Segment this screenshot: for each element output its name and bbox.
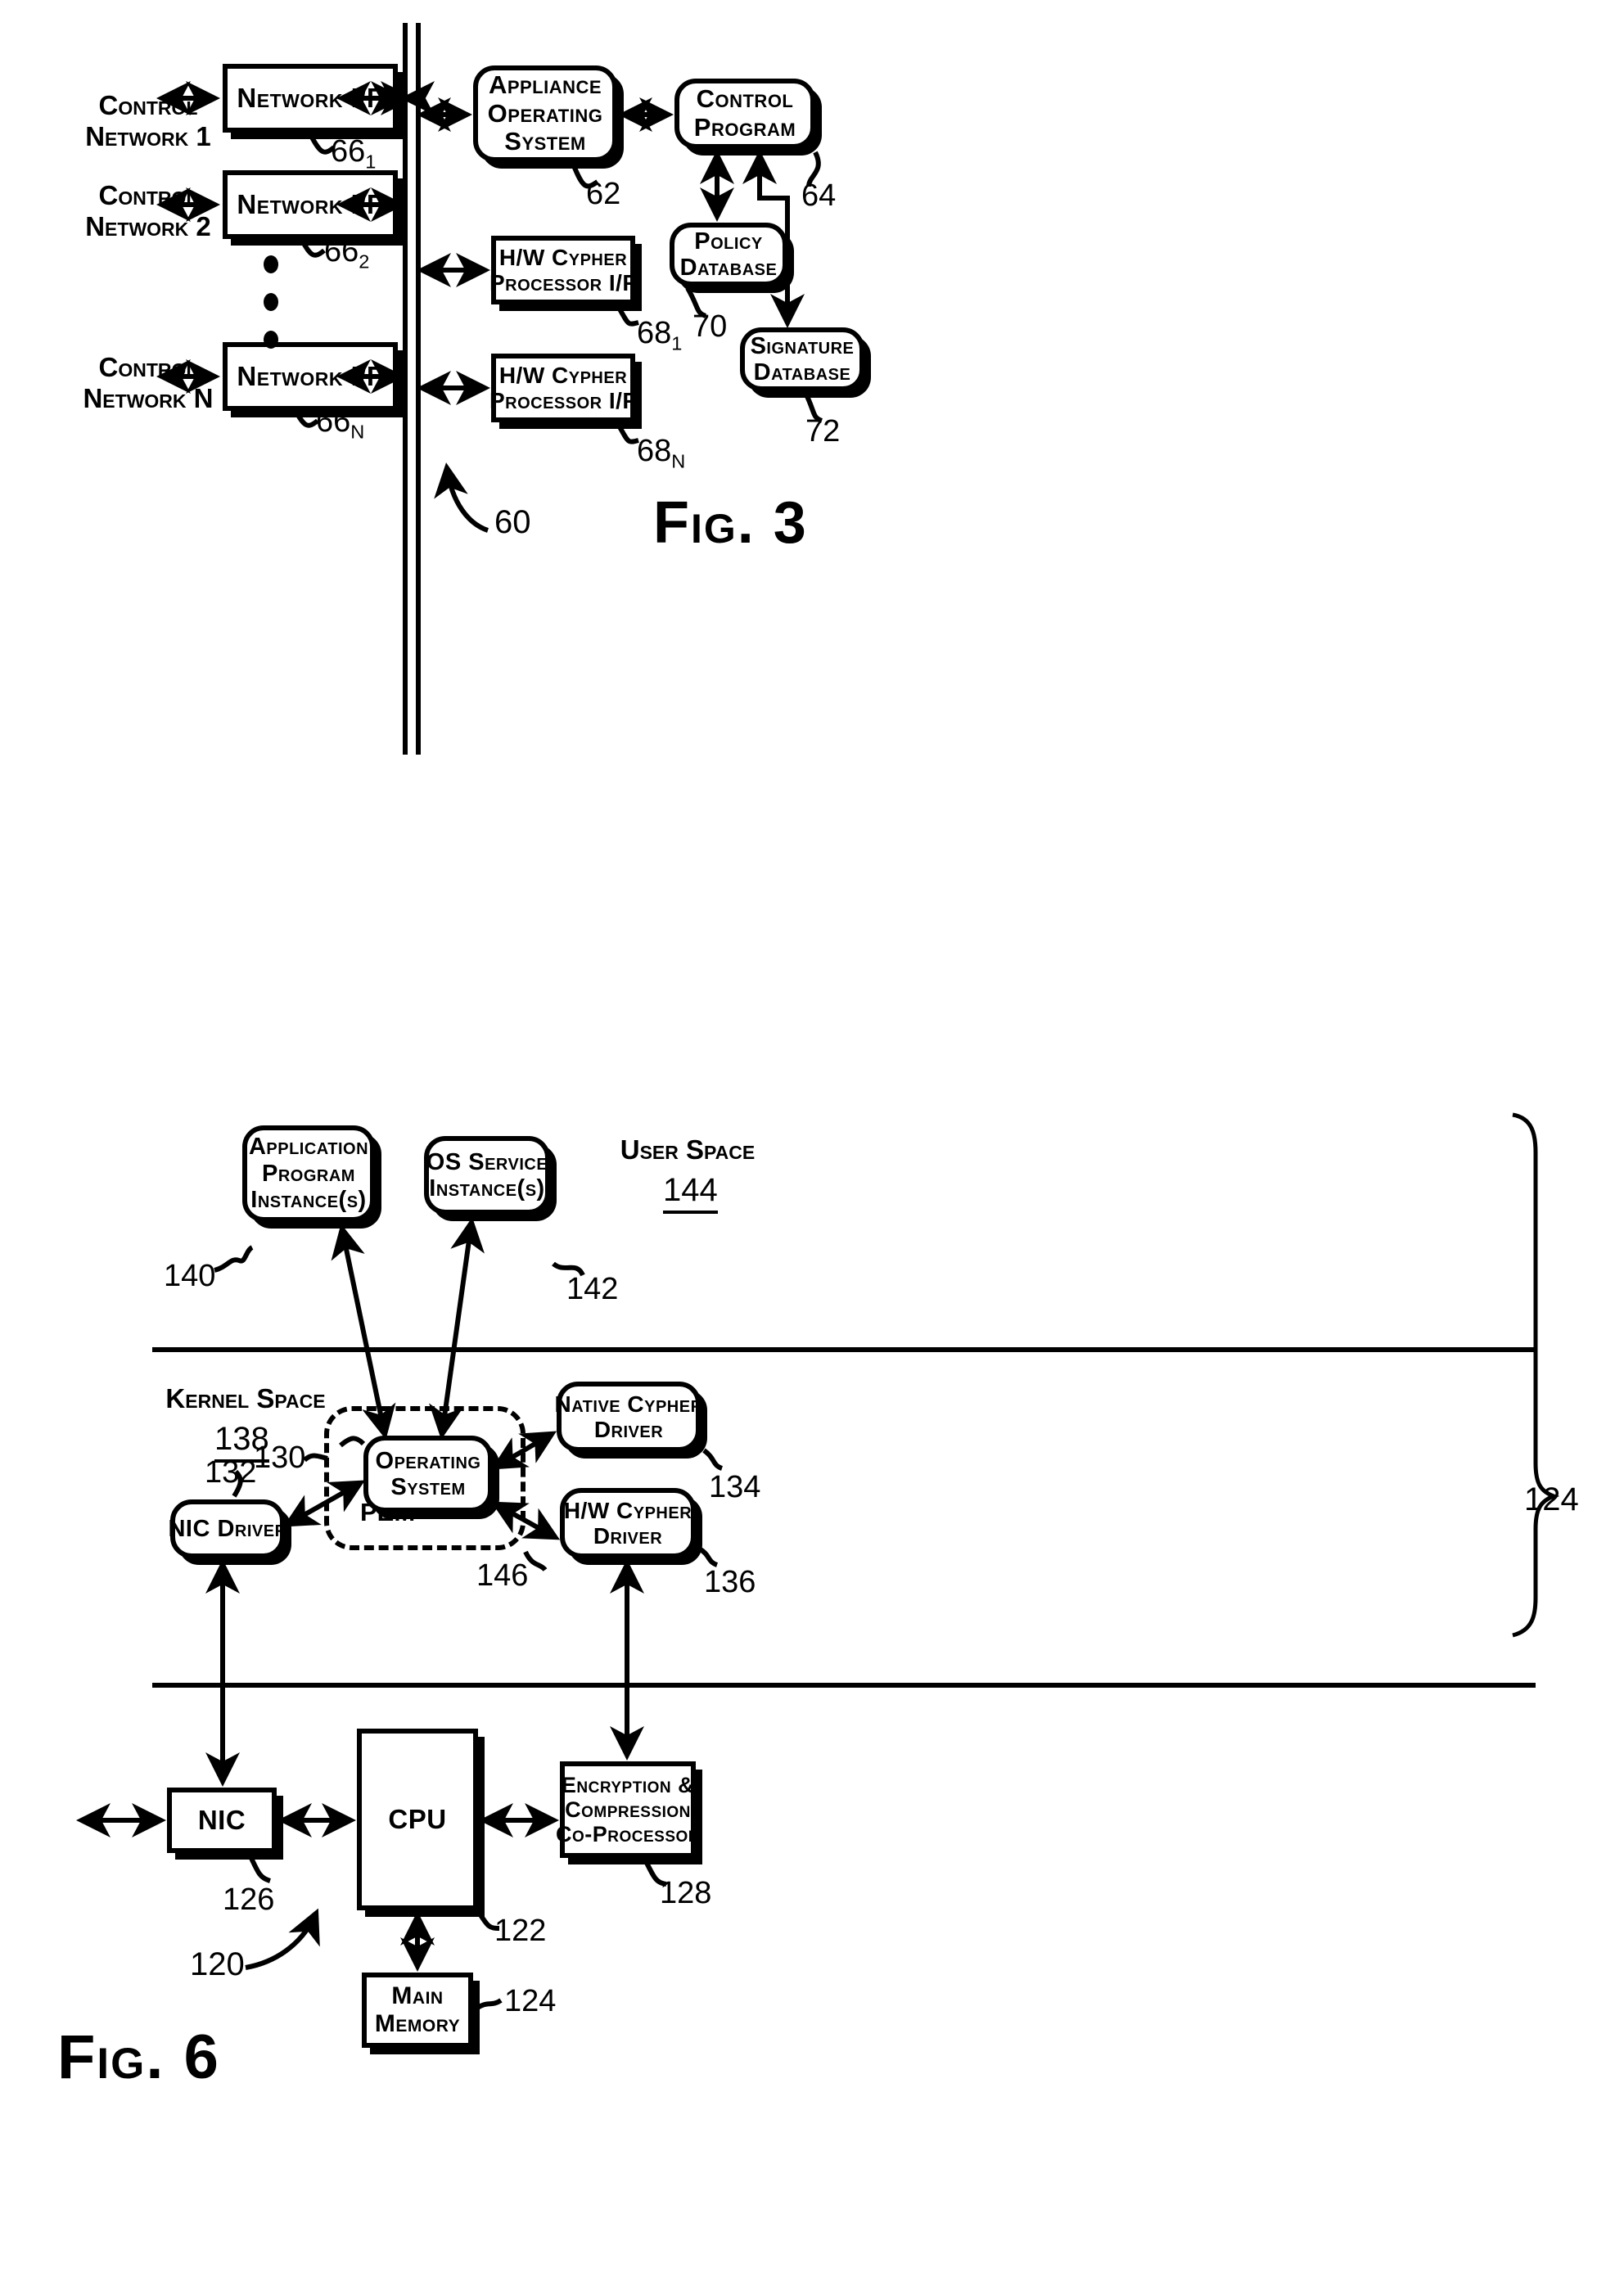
vertical-ellipsis: [264, 255, 278, 349]
kernel-hardware-divider: [152, 1683, 1536, 1688]
ref-132: 132: [205, 1455, 257, 1490]
ref-70: 70: [692, 309, 728, 344]
ref-130: 130: [254, 1441, 306, 1475]
figure-3-caption: Fig. 3: [653, 490, 808, 556]
patent-drawing-sheet: Control Network 1 Control Network 2 Cont…: [0, 0, 1624, 2295]
ref-144: 144: [663, 1172, 718, 1214]
network-if-box-1: Network I/F: [223, 64, 398, 133]
ref-66-n: 66N: [316, 404, 365, 443]
ref-146: 146: [476, 1558, 529, 1593]
ref-120: 120: [190, 1946, 245, 1982]
ref-128: 128: [660, 1876, 712, 1910]
network-if-box-n: Network I/F: [223, 342, 398, 411]
control-network-2-label: Control Network 2: [85, 180, 211, 241]
native-cypher-driver-box: Native Cypher Driver: [554, 1382, 702, 1452]
ref-68-1: 681: [637, 316, 683, 354]
hw-cypher-processor-if-box-1: H/W Cypher Processor I/F: [489, 236, 637, 304]
control-network-n-label: Control Network N: [83, 352, 214, 413]
ref-142: 142: [566, 1272, 619, 1306]
ref-140: 140: [164, 1259, 216, 1293]
main-memory-box: Main Memory: [362, 1973, 473, 2048]
appliance-operating-system-box: Appliance Operating System: [473, 65, 617, 162]
bus-line-right: [416, 23, 421, 755]
user-kernel-divider: [152, 1347, 1536, 1352]
ref-72: 72: [805, 414, 841, 449]
kernel-space-label: Kernel Space: [165, 1383, 326, 1414]
signature-database-box: Signature Database: [740, 327, 864, 391]
cpu-box: CPU: [357, 1729, 478, 1910]
ref-136: 136: [704, 1565, 756, 1599]
hw-cypher-processor-if-box-n: H/W Cypher Processor I/F: [489, 354, 637, 422]
ref-60: 60: [494, 504, 531, 540]
ref-68-n: 68N: [637, 434, 686, 472]
encryption-compression-coprocessor-box: Encryption & Compression Co-Processor: [556, 1761, 700, 1858]
user-space-label: User Space: [620, 1134, 756, 1165]
bus-line-left: [403, 23, 408, 755]
ref-124-brace: 124: [1524, 1481, 1579, 1517]
ref-124-memory: 124: [504, 1984, 557, 2018]
ref-64: 64: [801, 178, 837, 213]
ref-134: 134: [709, 1470, 761, 1504]
network-if-box-2: Network I/F: [223, 170, 398, 239]
hw-cypher-driver-box: H/W Cypher Driver: [560, 1488, 696, 1558]
ref-66-1: 661: [331, 134, 377, 173]
policy-database-box: Policy Database: [670, 223, 787, 286]
control-program-box: Control Program: [674, 79, 815, 149]
application-program-instances-box: Application Program Instance(s): [242, 1125, 375, 1222]
ref-62: 62: [586, 177, 621, 211]
figure-6-caption: Fig. 6: [57, 2022, 220, 2092]
ref-126: 126: [223, 1882, 275, 1917]
os-service-instances-box: OS Service Instance(s): [424, 1136, 550, 1215]
ref-122: 122: [494, 1914, 547, 1948]
control-network-1-label: Control Network 1: [85, 90, 211, 151]
operating-system-box: Operating System: [363, 1436, 493, 1513]
nic-box: NIC: [167, 1788, 277, 1853]
ref-66-2: 662: [324, 234, 370, 273]
nic-driver-box: NIC Driver: [168, 1499, 286, 1558]
